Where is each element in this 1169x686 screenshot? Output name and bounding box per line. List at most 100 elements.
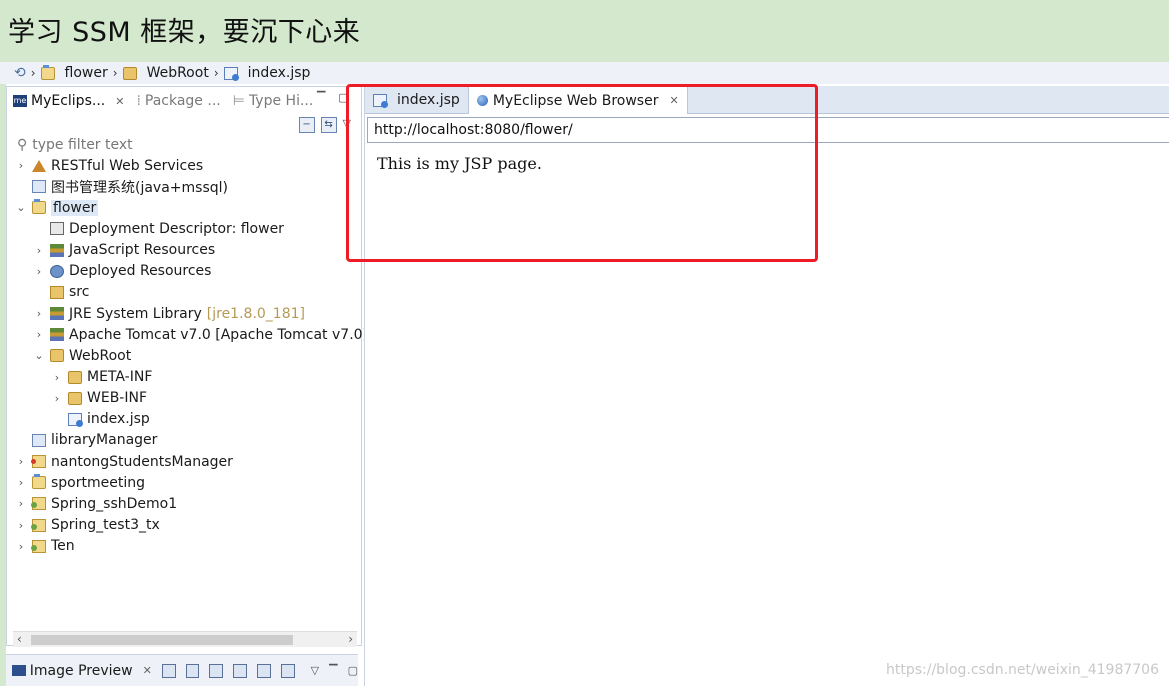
tab-label: Package ... xyxy=(144,93,221,109)
tree-item-label: JavaScript Resources xyxy=(69,242,216,259)
tree-item[interactable]: › JRE System Library [jre1.8.0_181] xyxy=(33,303,305,324)
tab-myeclipse-explorer[interactable]: me MyEclips... ✕ xyxy=(7,87,130,115)
source-folder-icon xyxy=(50,285,64,299)
chevron-right-icon[interactable]: › xyxy=(33,307,45,320)
folder-icon xyxy=(68,370,82,384)
chevron-right-icon[interactable]: › xyxy=(33,244,45,257)
banner-text: 学习 SSM 框架，要沉下心来 xyxy=(8,17,361,48)
tree-item-label: src xyxy=(69,284,90,301)
chevron-right-icon: › xyxy=(112,66,118,80)
tree-item[interactable]: index.jsp xyxy=(51,409,150,430)
tree-item[interactable]: ⌄ flower xyxy=(15,197,99,218)
jsp-file-icon xyxy=(223,66,239,81)
library-icon xyxy=(50,307,64,321)
tree-item[interactable]: › nantongStudentsManager xyxy=(15,451,233,472)
chevron-right-icon[interactable]: › xyxy=(51,371,63,384)
breadcrumb-item-index-jsp[interactable]: index.jsp xyxy=(248,65,311,81)
deployment-descriptor-icon xyxy=(50,222,64,236)
fit-image-icon[interactable] xyxy=(185,663,200,678)
spring-project-icon xyxy=(31,539,46,553)
link-with-editor-icon[interactable]: ⇆ xyxy=(320,117,337,133)
breadcrumb-item-flower[interactable]: flower xyxy=(65,65,108,81)
tree-item[interactable]: › Deployed Resources xyxy=(33,261,212,282)
breadcrumb-root-icon[interactable]: ⟲ xyxy=(14,65,26,81)
tree-item[interactable]: › Apache Tomcat v7.0 [Apache Tomcat v7.0] xyxy=(33,324,368,345)
web-project-icon xyxy=(40,64,55,80)
myeclipse-logo-icon: me xyxy=(13,95,27,107)
tree-item[interactable]: Deployment Descriptor: flower xyxy=(33,218,284,239)
scroll-thumb[interactable] xyxy=(31,635,293,645)
fit-window-icon[interactable] xyxy=(280,663,295,678)
minimize-icon[interactable]: ▔ xyxy=(329,664,337,677)
jsp-file-icon xyxy=(68,412,83,427)
package-icon: ⁞ xyxy=(136,93,141,109)
chevron-right-icon[interactable]: › xyxy=(15,497,27,510)
explorer-toolbar: − ⇆ ▽ xyxy=(298,117,351,133)
chevron-down-icon[interactable]: ⌄ xyxy=(15,201,27,214)
zoom-in-icon[interactable] xyxy=(233,663,248,678)
tree-item[interactable]: libraryManager xyxy=(15,430,157,451)
tree-item-label: META-INF xyxy=(87,369,153,385)
tree-item[interactable]: src xyxy=(33,282,89,303)
tree-item-label: index.jsp xyxy=(87,411,150,428)
tree-item-label: Deployment Descriptor: flower xyxy=(69,220,284,237)
tree-item-label: Deployed Resources xyxy=(69,263,212,280)
error-project-icon xyxy=(31,455,46,469)
tree-item[interactable]: › sportmeeting xyxy=(15,472,145,493)
chevron-right-icon[interactable]: › xyxy=(15,455,27,468)
chevron-right-icon[interactable]: › xyxy=(51,392,63,405)
tree-item-label: flower xyxy=(51,199,99,216)
close-icon[interactable]: ✕ xyxy=(143,664,152,677)
minimize-icon[interactable]: ▔ xyxy=(317,91,325,104)
zoom-out-icon[interactable] xyxy=(209,663,224,678)
maximize-icon[interactable]: ▢ xyxy=(348,664,358,677)
tree-item[interactable]: › Spring_sshDemo1 xyxy=(15,493,177,514)
project-icon xyxy=(32,433,46,447)
tree-item[interactable]: ⌄ WebRoot xyxy=(33,345,131,366)
library-icon xyxy=(50,328,64,342)
tab-type-hierarchy[interactable]: ⊨ Type Hi... xyxy=(227,87,320,115)
view-tabstrip: me MyEclips... ✕ ⁞ Package ... ⊨ Type Hi… xyxy=(7,87,361,115)
tree-item-label: RESTful Web Services xyxy=(51,157,204,174)
chevron-right-icon: › xyxy=(213,66,219,80)
actual-size-icon[interactable] xyxy=(257,663,271,678)
tree-item-label: nantongStudentsManager xyxy=(51,453,233,470)
tree-item[interactable]: › WEB-INF xyxy=(51,388,147,409)
scroll-right-icon[interactable]: › xyxy=(348,632,353,646)
web-project-icon xyxy=(32,199,46,215)
tree-item[interactable]: › JavaScript Resources xyxy=(33,240,215,261)
chevron-right-icon[interactable]: › xyxy=(15,540,27,553)
chevron-right-icon[interactable]: › xyxy=(15,159,27,172)
collapse-all-icon[interactable]: − xyxy=(298,117,315,133)
tree-item-label: WEB-INF xyxy=(87,390,147,407)
chevron-right-icon[interactable]: › xyxy=(33,328,45,341)
scroll-left-icon[interactable]: ‹ xyxy=(17,632,22,646)
breadcrumb: ⟲ › flower › WebRoot › index.jsp xyxy=(0,62,1169,84)
library-icon xyxy=(50,243,64,257)
chevron-down-icon[interactable]: ⌄ xyxy=(33,349,45,362)
chevron-right-icon[interactable]: › xyxy=(15,519,27,532)
tree-item[interactable]: › RESTful Web Services xyxy=(15,155,203,176)
project-icon xyxy=(32,180,46,194)
view-menu-icon[interactable]: ▽ xyxy=(311,664,319,677)
spring-project-icon xyxy=(31,497,46,511)
tree-item[interactable]: 图书管理系统(java+mssql) xyxy=(15,176,228,197)
tree-item-label: Spring_test3_tx xyxy=(51,517,160,534)
close-icon[interactable]: ✕ xyxy=(115,95,124,108)
chevron-right-icon[interactable]: › xyxy=(15,476,27,489)
tree-item-label: Spring_sshDemo1 xyxy=(51,495,178,512)
chevron-right-icon[interactable]: › xyxy=(33,265,45,278)
tree-item[interactable]: › META-INF xyxy=(51,367,153,388)
tree-item-label: 图书管理系统(java+mssql) xyxy=(51,179,228,196)
tree-item[interactable]: › Spring_test3_tx xyxy=(15,515,160,536)
filter-field[interactable]: ⚲ type filter text xyxy=(17,137,133,153)
image-preview-tab[interactable]: Image Preview xyxy=(30,663,133,679)
tab-package-explorer[interactable]: ⁞ Package ... xyxy=(130,87,226,115)
watermark: https://blog.csdn.net/weixin_41987706 xyxy=(885,662,1159,678)
tree-item[interactable]: › Ten xyxy=(15,536,75,557)
sync-icon[interactable] xyxy=(161,663,176,678)
filter-placeholder: type filter text xyxy=(32,137,133,153)
horizontal-scrollbar[interactable]: ‹ › xyxy=(13,631,357,647)
tree-item-label: Apache Tomcat v7.0 [Apache Tomcat v7.0] xyxy=(69,326,369,343)
breadcrumb-item-webroot[interactable]: WebRoot xyxy=(147,65,209,81)
